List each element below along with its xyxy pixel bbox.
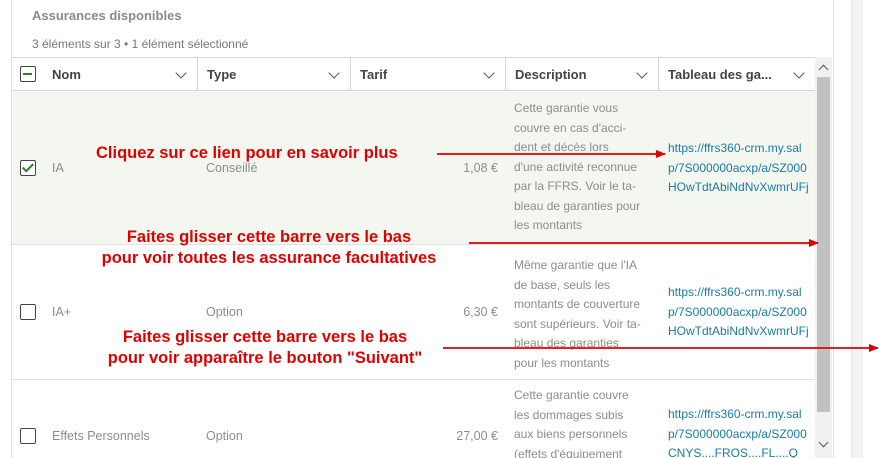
chevron-down-icon[interactable] bbox=[328, 67, 340, 79]
cell-tarif: 6,30 € bbox=[463, 305, 498, 319]
table-scrollbar[interactable] bbox=[815, 57, 832, 458]
description-line: couvre en cas d'acci- bbox=[514, 120, 627, 135]
annotation-line: pour voir apparaître le bouton "Suivant" bbox=[107, 349, 423, 367]
description-line: Cette garantie vous bbox=[514, 101, 619, 115]
column-label: Nom bbox=[52, 67, 81, 82]
scroll-down-arrow-icon[interactable] bbox=[815, 436, 832, 453]
scroll-hint-annotation-1: Faites glisser cette barre vers le bas p… bbox=[64, 227, 474, 269]
select-all-checkbox[interactable] bbox=[20, 66, 36, 82]
description-line: Cette garantie couvre bbox=[514, 388, 629, 402]
table-header: Nom Type Tarif Description Tableau des g… bbox=[12, 57, 815, 91]
cell-nom: IA bbox=[52, 161, 64, 175]
description-line: aux biens personnels bbox=[514, 427, 628, 441]
chevron-down-icon[interactable] bbox=[175, 67, 187, 79]
annotation-line: Faites glisser cette barre vers le bas bbox=[122, 328, 408, 346]
description-line: dent et décès lors bbox=[514, 140, 609, 154]
screen: Assurances disponibles 3 éléments sur 3 … bbox=[0, 0, 895, 458]
description-line: bleau des garanties bbox=[514, 336, 619, 350]
column-label: Tarif bbox=[360, 67, 388, 82]
column-label: Tableau des ga... bbox=[668, 67, 772, 82]
column-header-tarif[interactable]: Tarif bbox=[351, 58, 506, 91]
chevron-down-icon[interactable] bbox=[793, 67, 805, 79]
page-scrollbar[interactable] bbox=[851, 0, 863, 458]
column-header-nom[interactable]: Nom bbox=[43, 58, 198, 91]
column-header-type[interactable]: Type bbox=[198, 58, 351, 91]
link-line[interactable]: p/7S000000acxp/a/SZ000 bbox=[668, 303, 815, 323]
link-line[interactable]: https://ffrs360-crm.my.sal bbox=[668, 405, 815, 425]
description-line: d'une activité reconnue bbox=[514, 159, 638, 174]
chevron-down-icon[interactable] bbox=[636, 67, 648, 79]
description-line: montants de couverture bbox=[514, 297, 641, 311]
link-line[interactable]: https://ffrs360-crm.my.sal bbox=[668, 139, 815, 159]
description-line: Même garantie que l'IA bbox=[514, 258, 638, 272]
description-line: pour les montants bbox=[514, 355, 610, 370]
cell-tarif: 27,00 € bbox=[456, 429, 498, 443]
annotation-line: Faites glisser cette barre vers le bas bbox=[126, 228, 412, 246]
guarantee-table-link[interactable]: https://ffrs360-crm.my.sal p/7S000000acx… bbox=[668, 405, 815, 458]
description-line: de base, seuls les bbox=[514, 277, 611, 292]
link-line[interactable]: p/7S000000acxp/a/SZ000 bbox=[668, 425, 815, 445]
table-row[interactable]: IA Conseillé 1,08 € Cette garantie vous … bbox=[12, 91, 815, 245]
description-line: les montants bbox=[514, 218, 583, 232]
link-line[interactable]: HOwTdtAbiNdNvXwmrUFj bbox=[668, 322, 815, 342]
description-line: par la FFRS. Voir le ta- bbox=[514, 179, 637, 193]
column-label: Type bbox=[207, 67, 237, 82]
row-checkbox[interactable] bbox=[20, 304, 36, 320]
link-line[interactable]: CNYS....FROS....FL....Q bbox=[668, 444, 815, 458]
cell-description: Même garantie que l'IA de base, seuls le… bbox=[514, 256, 654, 373]
description-line: (effets d'équipement bbox=[514, 446, 623, 458]
cell-description: Cette garantie vous couvre en cas d'acci… bbox=[514, 99, 654, 236]
cell-description: Cette garantie couvre les dommages subis… bbox=[514, 386, 654, 458]
scroll-up-arrow-icon[interactable] bbox=[815, 59, 832, 76]
row-checkbox[interactable] bbox=[20, 428, 36, 444]
link-line[interactable]: https://ffrs360-crm.my.sal bbox=[668, 283, 815, 303]
column-header-tableau[interactable]: Tableau des ga... bbox=[659, 58, 815, 91]
link-line[interactable]: HOwTdtAbiNdNvXwmrUFj bbox=[668, 178, 815, 198]
link-hint-annotation: Cliquez sur ce lien pour en savoir plus bbox=[96, 144, 398, 162]
link-line[interactable]: p/7S000000acxp/a/SZ000 bbox=[668, 159, 815, 179]
selection-summary: 3 éléments sur 3 • 1 élément sélectionné bbox=[32, 37, 249, 51]
cell-tarif: 1,08 € bbox=[463, 161, 498, 175]
description-line: les dommages subis bbox=[514, 407, 624, 422]
scrollbar-thumb[interactable] bbox=[817, 77, 830, 412]
guarantee-table-link[interactable]: https://ffrs360-crm.my.sal p/7S000000acx… bbox=[668, 283, 815, 342]
column-label: Description bbox=[515, 67, 587, 82]
card-title: Assurances disponibles bbox=[32, 8, 182, 23]
cell-nom: Effets Personnels bbox=[52, 429, 150, 443]
column-header-description[interactable]: Description bbox=[506, 58, 659, 91]
table-row[interactable]: Effets Personnels Option 27,00 € Cette g… bbox=[12, 380, 815, 458]
description-line: bleau de garanties pour bbox=[514, 198, 641, 213]
cell-type: Option bbox=[206, 429, 243, 443]
guarantee-table-link[interactable]: https://ffrs360-crm.my.sal p/7S000000acx… bbox=[668, 139, 815, 198]
row-checkbox[interactable] bbox=[20, 160, 36, 176]
description-line: sont supérieurs. Voir ta- bbox=[514, 316, 641, 331]
cell-nom: IA+ bbox=[52, 305, 72, 319]
scroll-hint-annotation-2: Faites glisser cette barre vers le bas p… bbox=[60, 327, 470, 369]
cell-type: Option bbox=[206, 305, 243, 319]
annotation-line: pour voir toutes les assurance facultati… bbox=[101, 249, 437, 267]
chevron-down-icon[interactable] bbox=[483, 67, 495, 79]
